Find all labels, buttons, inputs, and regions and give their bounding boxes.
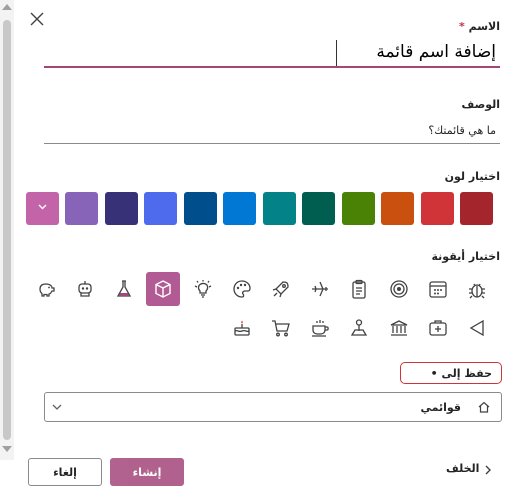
close-icon[interactable] [28, 10, 46, 28]
map-pin-icon [351, 319, 368, 336]
robot-icon [78, 281, 92, 297]
color-swatch[interactable] [460, 192, 493, 225]
color-label: اختيار لون [444, 170, 500, 183]
cube-icon [155, 280, 172, 298]
name-label-text: الاسم [468, 20, 500, 33]
icon-option-map-pin[interactable] [342, 311, 376, 345]
rocket-icon [272, 281, 289, 298]
chevron-down-icon [38, 204, 46, 210]
create-button[interactable]: إنشاء [110, 458, 184, 486]
icon-option-clipboard[interactable] [342, 272, 376, 306]
cart-icon [272, 320, 290, 337]
scroll-up-icon[interactable] [2, 4, 12, 10]
name-label: الاسم * [459, 20, 500, 33]
color-swatch[interactable] [420, 192, 454, 225]
icon-option-triangle-left[interactable] [460, 311, 494, 345]
save-to-label: حفظ إلى • [430, 367, 492, 380]
icon-option-calendar[interactable] [421, 272, 455, 306]
save-to-dropdown[interactable]: قوائمي [44, 392, 502, 422]
description-input[interactable] [44, 118, 500, 144]
scroll-down-icon[interactable] [2, 446, 12, 452]
cancel-button[interactable]: إلغاء [28, 458, 102, 486]
color-swatch[interactable] [262, 192, 296, 225]
icon-option-medical-kit[interactable] [421, 311, 455, 345]
color-swatch[interactable] [183, 192, 217, 225]
icon-option-piggy-bank[interactable] [29, 272, 63, 306]
clipboard-icon [352, 279, 367, 299]
icon-option-cart[interactable] [264, 311, 298, 345]
list-name-input[interactable] [44, 38, 500, 68]
color-swatch[interactable] [65, 192, 98, 225]
coffee-icon [312, 320, 329, 337]
description-label: الوصف [461, 98, 500, 111]
home-icon [478, 401, 490, 413]
color-swatch[interactable] [302, 192, 335, 225]
icon-option-target[interactable] [382, 272, 416, 306]
bug-icon [469, 283, 485, 299]
palette-icon [233, 280, 251, 298]
scrollbar[interactable] [0, 0, 14, 460]
color-swatch[interactable] [104, 192, 138, 225]
flask-icon [117, 280, 132, 297]
icon-label: اختيار أيقونة [431, 250, 501, 263]
required-mark: * [458, 20, 465, 33]
icon-option-coffee[interactable] [303, 311, 337, 345]
cake-icon [234, 320, 250, 336]
save-to-value: قوائمي [420, 401, 461, 414]
icon-option-cake[interactable] [225, 311, 259, 345]
chevron-right-icon[interactable] [484, 464, 492, 476]
color-swatch[interactable] [341, 192, 375, 225]
target-icon [389, 280, 408, 298]
create-list-panel: الاسم * الوصف اختيار لون اختيار أيقونة ح… [0, 0, 520, 503]
color-swatch[interactable] [144, 192, 177, 225]
icon-option-robot[interactable] [68, 272, 102, 306]
icon-option-rocket[interactable] [264, 272, 298, 306]
lightbulb-icon [194, 280, 211, 298]
icon-option-cube[interactable] [146, 272, 181, 306]
medical-kit-icon [429, 320, 447, 336]
icon-option-bank[interactable] [382, 311, 416, 345]
icon-option-flask[interactable] [107, 272, 141, 306]
back-button[interactable]: الخلف [446, 462, 479, 475]
chevron-down-icon [52, 404, 62, 410]
piggy-bank-icon [39, 283, 55, 297]
airplane-icon [312, 281, 329, 297]
icon-option-palette[interactable] [225, 272, 259, 306]
text-caret [336, 40, 337, 66]
color-swatch[interactable] [223, 192, 256, 225]
scrollbar-thumb[interactable] [3, 20, 11, 440]
icon-option-lightbulb[interactable] [186, 272, 220, 306]
calendar-icon [429, 281, 447, 298]
color-swatch[interactable] [381, 192, 414, 225]
icon-option-bug[interactable] [460, 272, 494, 306]
icon-option-airplane[interactable] [303, 272, 337, 306]
bank-icon [390, 320, 407, 336]
color-swatch[interactable] [25, 192, 59, 225]
triangle-left-icon [469, 319, 484, 337]
